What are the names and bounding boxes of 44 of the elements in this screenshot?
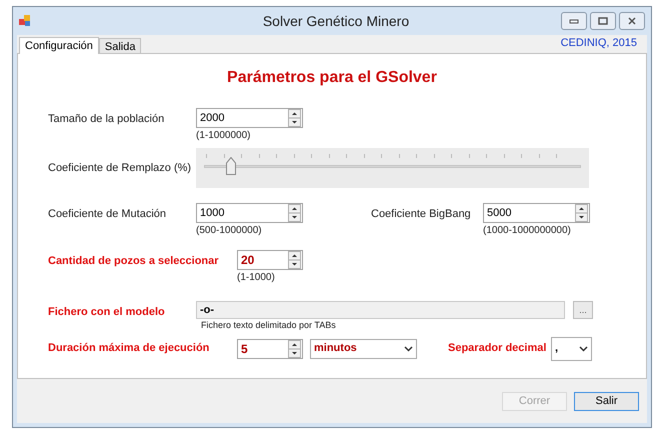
- field-label: Duración máxima de ejecución: [48, 341, 210, 356]
- unit-dropdown[interactable]: minutos: [310, 338, 417, 358]
- minimize-icon: [569, 17, 579, 25]
- credit-text: CEDINIQ, 2015: [560, 36, 637, 50]
- range-hint: (500-1000000): [196, 224, 263, 238]
- close-icon: [627, 17, 637, 25]
- number-spinner[interactable]: 5000: [483, 203, 590, 223]
- spinner-arrows-icon[interactable]: [288, 340, 301, 358]
- spinner-arrows-icon[interactable]: [288, 204, 301, 222]
- chevron-down-icon: [404, 346, 413, 352]
- maximize-icon: [598, 17, 608, 25]
- number-spinner[interactable]: 5: [237, 338, 303, 358]
- slider-thumb[interactable]: [226, 157, 236, 175]
- range-hint: (1000-1000000000): [483, 224, 572, 238]
- close-button[interactable]: [619, 12, 645, 30]
- chevron-down-icon: [579, 346, 588, 352]
- field-label: Coeficiente BigBang: [371, 207, 472, 222]
- browse-button[interactable]: ...: [573, 301, 593, 319]
- field-label: Tamaño de la población: [48, 112, 166, 127]
- number-spinner[interactable]: 20: [237, 250, 303, 270]
- number-spinner[interactable]: 1000: [196, 203, 303, 223]
- minimize-button[interactable]: [561, 12, 587, 30]
- range-hint: (1-1000000): [196, 129, 252, 143]
- maximize-button[interactable]: [590, 12, 616, 30]
- window-title: Solver Genético Minero: [262, 12, 410, 30]
- number-spinner[interactable]: 2000: [196, 108, 303, 128]
- file-path-field[interactable]: -o-: [196, 301, 565, 319]
- separator-dropdown[interactable]: ,: [551, 336, 592, 360]
- spinner-arrows-icon[interactable]: [575, 204, 588, 222]
- tab[interactable]: Salida: [98, 38, 142, 53]
- slider-track[interactable]: [196, 148, 589, 188]
- file-hint: Fichero texto delimitado por TABs: [201, 319, 337, 332]
- spinner-arrows-icon[interactable]: [288, 109, 301, 127]
- field-label: Separador decimal: [448, 341, 548, 356]
- field-label: Coeficiente de Remplazo (%): [48, 160, 192, 176]
- tab[interactable]: Configuración: [19, 37, 99, 54]
- action-button[interactable]: Salir: [574, 392, 639, 410]
- field-label: Coeficiente de Mutación: [48, 207, 168, 222]
- field-label: Fichero con el modelo: [48, 305, 166, 320]
- field-label: Cantidad de pozos a seleccionar: [48, 254, 220, 269]
- spinner-arrows-icon[interactable]: [288, 251, 301, 269]
- app-icon: [19, 15, 31, 27]
- section-heading: Parámetros para el GSolver: [227, 68, 437, 88]
- range-hint: (1-1000): [237, 271, 276, 285]
